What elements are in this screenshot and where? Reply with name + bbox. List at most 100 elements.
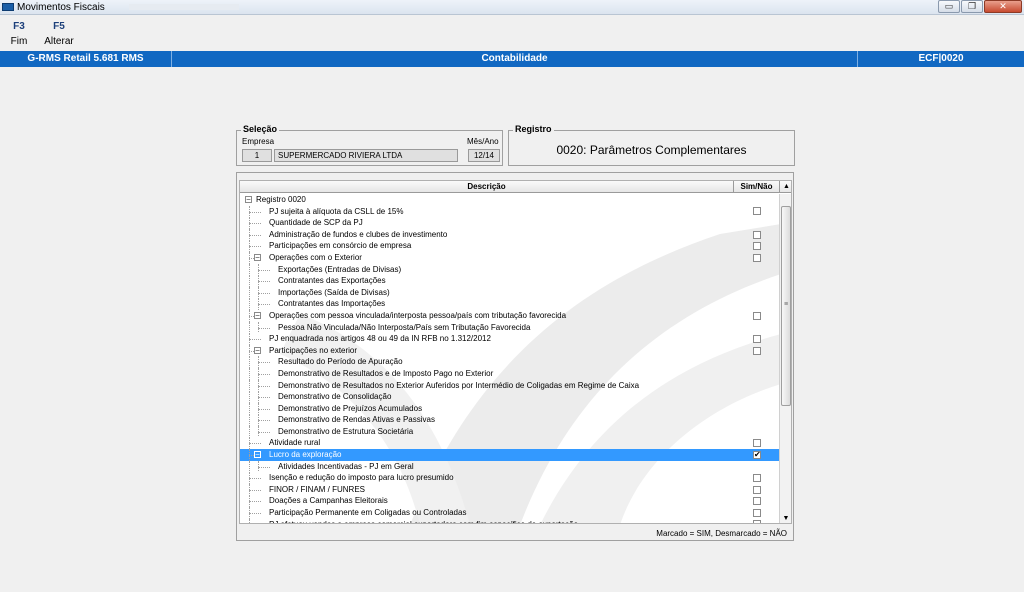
tree-row[interactable]: − Registro 0020 <box>240 194 781 206</box>
restore-button[interactable]: ❐ <box>961 0 983 13</box>
row-label: Participações no exterior <box>269 345 358 355</box>
row-label: Resultado do Período de Apuração <box>278 357 403 367</box>
row-simnao-cell <box>734 461 780 473</box>
registro-value: 0020: Parâmetros Complementares <box>556 143 747 157</box>
row-simnao-cell: ✔ <box>734 449 780 461</box>
scroll-down-arrow[interactable]: ▼ <box>780 513 791 523</box>
row-description-cell: Contratantes das Importações <box>240 298 734 310</box>
scrollbar-grip-icon: ≡ <box>784 301 789 308</box>
collapse-toggle-icon[interactable]: − <box>254 346 261 354</box>
tree-row[interactable]: Doações a Campanhas Eleitorais <box>240 495 781 508</box>
vertical-scrollbar[interactable]: ≡ ▼ <box>779 194 791 523</box>
module-header: G-RMS Retail 5.681 RMS Contabilidade ECF… <box>0 51 1024 67</box>
simnao-checkbox[interactable] <box>753 520 761 523</box>
row-simnao-cell <box>734 368 780 380</box>
simnao-checkbox[interactable] <box>753 230 761 239</box>
simnao-checkbox[interactable] <box>753 497 761 506</box>
row-description-cell: Demonstrativo de Prejuízos Acumulados <box>240 402 734 415</box>
tree-row[interactable]: Demonstrativo de Resultados e de Imposto… <box>240 367 781 380</box>
parametros-tree-grid: Descrição Sim/Não ▲ − Registro 0020 PJ suj… <box>239 180 792 524</box>
row-description-cell: PJ efetuou vendas a empresa comercial ex… <box>240 518 734 523</box>
row-label: Demonstrativo de Resultados e de Imposto… <box>278 368 494 378</box>
tree-row[interactable]: Demonstrativo de Consolidação <box>240 391 781 403</box>
alterar-button[interactable]: F5 Alterar <box>38 16 80 50</box>
simnao-checkbox[interactable] <box>753 242 761 251</box>
row-label: Demonstrativo de Rendas Ativas e Passiva… <box>278 415 435 425</box>
simnao-checkbox[interactable] <box>753 207 761 216</box>
tree-row[interactable]: PJ sujeita à alíquota da CSLL de 15% <box>240 205 781 218</box>
tree-row[interactable]: Resultado do Período de Apuração <box>240 356 781 368</box>
tree-row[interactable]: Participação Permanente em Coligadas ou … <box>240 507 781 519</box>
tree-connector-line <box>249 223 261 225</box>
collapse-toggle-icon[interactable]: − <box>245 196 252 204</box>
tree-row[interactable]: − Operações com pessoa vinculada/interpos… <box>240 309 781 322</box>
simnao-checkbox[interactable] <box>753 439 761 448</box>
mesano-field: 12/14 <box>468 149 500 162</box>
col-header-simnao[interactable]: Sim/Não <box>734 181 780 192</box>
tree-row[interactable]: PJ enquadrada nos artigos 48 ou 49 da IN… <box>240 333 781 345</box>
simnao-checkbox[interactable]: ✔ <box>753 450 761 459</box>
collapse-toggle-icon[interactable]: − <box>254 311 261 319</box>
row-label: Importações (Saída de Divisas) <box>278 287 390 297</box>
tree-connector-line <box>249 211 261 213</box>
tree-row[interactable]: PJ efetuou vendas a empresa comercial ex… <box>240 518 781 523</box>
row-simnao-cell <box>734 380 780 392</box>
simnao-checkbox[interactable] <box>753 311 761 320</box>
close-button[interactable]: ✕ <box>984 0 1022 13</box>
row-label: Contratantes das Exportações <box>278 276 386 286</box>
tree-connector-line <box>249 286 250 299</box>
tree-row[interactable]: FINOR / FINAM / FUNRES <box>240 483 781 496</box>
fim-button[interactable]: F3 Fim <box>0 16 38 50</box>
row-simnao-cell <box>734 484 780 496</box>
empresa-code-field: 1 <box>242 149 272 162</box>
tree-row[interactable]: Pessoa Não Vinculada/Não Interposta/País… <box>240 321 781 334</box>
selecao-group: Seleção Empresa 1 SUPERMERCADO RIVIERA L… <box>236 124 503 166</box>
fim-label: Fim <box>10 36 28 47</box>
tree-row[interactable]: Demonstrativo de Prejuízos Acumulados <box>240 402 781 415</box>
tree-row[interactable]: Atividades Incentivadas - PJ em Geral <box>240 460 781 473</box>
tree-connector-line <box>258 420 270 422</box>
tree-row[interactable]: Contratantes das Exportações <box>240 275 781 287</box>
scrollbar-thumb[interactable]: ≡ <box>781 206 791 406</box>
tree-row[interactable]: − Participações no exterior <box>240 344 781 357</box>
selecao-title: Seleção <box>241 124 280 134</box>
row-label: Quantidade de SCP da PJ <box>269 218 363 228</box>
collapse-toggle-icon[interactable]: − <box>254 451 261 459</box>
simnao-checkbox[interactable] <box>753 334 761 343</box>
row-simnao-cell <box>734 345 780 357</box>
tree-connector-line <box>249 414 250 426</box>
tree-row[interactable]: Importações (Saída de Divisas) <box>240 286 781 299</box>
row-description-cell: Quantidade de SCP da PJ <box>240 217 734 229</box>
tree-connector-line <box>258 385 270 387</box>
scroll-up-arrow[interactable]: ▲ <box>780 181 791 192</box>
tree-connector-line <box>258 408 270 410</box>
tree-row[interactable]: Administração de fundos e clubes de inve… <box>240 228 781 241</box>
tree-row[interactable]: Demonstrativo de Resultados no Exterior … <box>240 379 781 392</box>
tree-row[interactable]: Isenção e redução do imposto para lucro … <box>240 472 781 484</box>
tree-row[interactable]: Atividade rural <box>240 437 781 450</box>
row-description-cell: Atividade rural <box>240 437 734 450</box>
row-simnao-cell <box>734 240 780 252</box>
parametros-panel: Descrição Sim/Não ▲ − Registro 0020 PJ suj… <box>236 172 794 541</box>
collapse-toggle-icon[interactable]: − <box>254 253 261 261</box>
tree-row[interactable]: Contratantes das Importações <box>240 298 781 310</box>
col-header-descricao[interactable]: Descrição <box>240 181 734 192</box>
tree-row[interactable]: Quantidade de SCP da PJ <box>240 217 781 229</box>
tree-connector-line <box>249 234 261 236</box>
simnao-checkbox[interactable] <box>753 474 761 483</box>
tree-row[interactable]: − Operações com o Exterior <box>240 251 781 264</box>
tree-row[interactable]: Participações em consórcio de empresa <box>240 240 781 252</box>
tree-row[interactable]: Demonstrativo de Rendas Ativas e Passiva… <box>240 414 781 426</box>
minimize-button[interactable]: ▭ <box>938 0 960 13</box>
simnao-checkbox[interactable] <box>753 346 761 355</box>
tree-connector-line <box>258 397 270 399</box>
simnao-checkbox[interactable] <box>753 485 761 494</box>
row-simnao-cell <box>734 507 780 519</box>
tree-row[interactable]: Demonstrativo de Estrutura Societária <box>240 425 781 438</box>
tree-row[interactable]: Exportações (Entradas de Divisas) <box>240 263 781 276</box>
tree-connector-line <box>258 269 270 271</box>
simnao-checkbox[interactable] <box>753 508 761 517</box>
simnao-checkbox[interactable] <box>753 253 761 262</box>
grid-rows: − Registro 0020 PJ sujeita à alíquota da C… <box>240 194 781 523</box>
tree-row[interactable]: − Lucro da exploração ✔ <box>240 449 781 461</box>
